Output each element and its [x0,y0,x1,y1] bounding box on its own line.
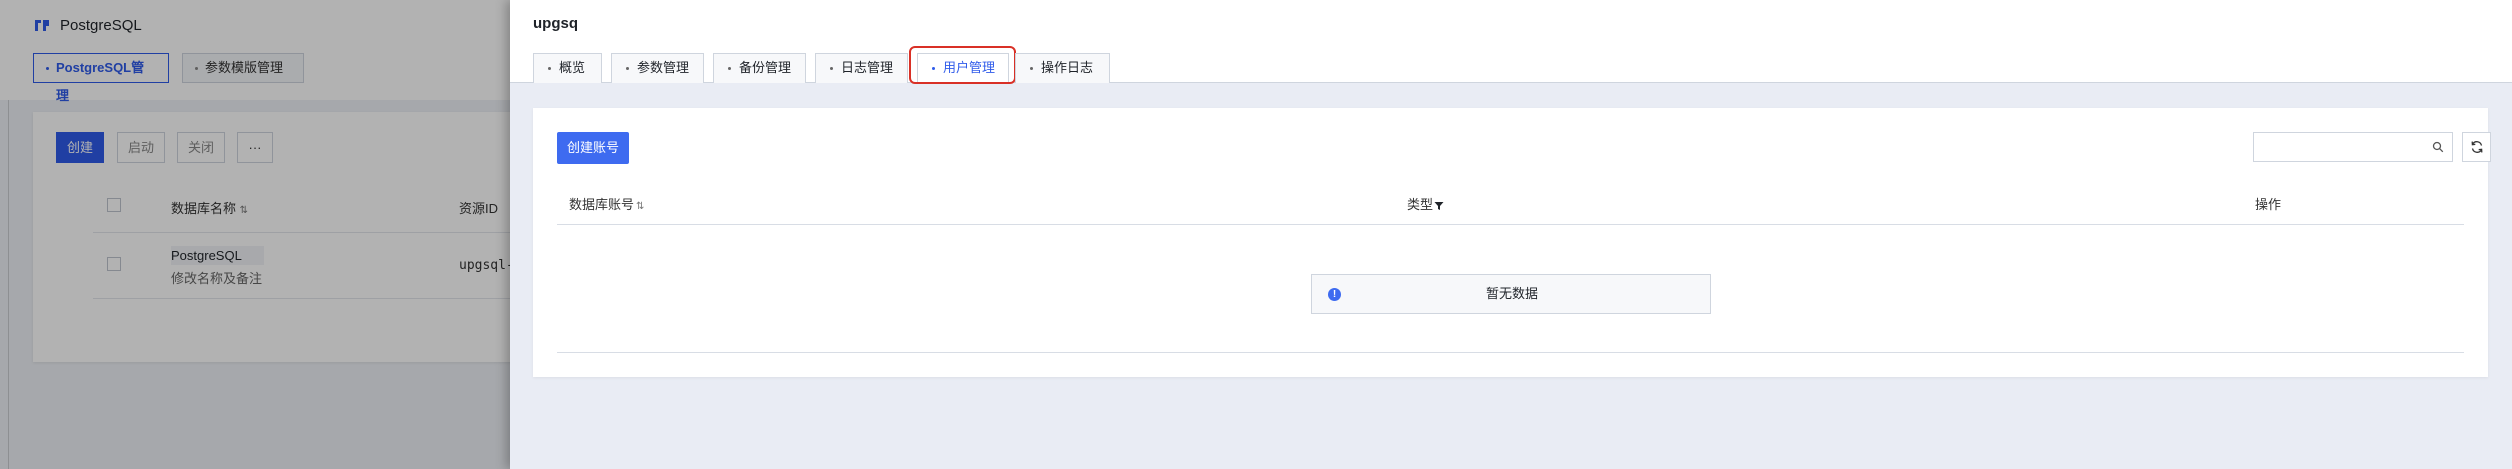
tab-highlight-box [909,46,1016,84]
tab-overview[interactable]: 概览 [533,53,602,83]
empty-state: ! 暂无数据 [1311,274,1711,314]
col-actions: 操作 [2255,197,2282,212]
tab-backup-manage[interactable]: 备份管理 [713,53,806,83]
user-manage-card: 创建账号 数据库账号 ⇅ 类型 操作 ! 暂无数据 [533,108,2491,377]
refresh-button[interactable] [2462,132,2491,162]
tab-operation-log[interactable]: 操作日志 [1015,53,1110,83]
refresh-icon [2471,141,2483,153]
instance-detail-drawer: upgsq 概览 参数管理 备份管理 日志管理 用户管理 操作日志 创建账号 数… [510,0,2512,469]
empty-state-text: 暂无数据 [1485,286,1538,301]
table-header: 数据库账号 ⇅ 类型 操作 [557,180,2464,225]
col-type: 类型 [1407,194,1444,213]
col-db-account: 数据库账号 ⇅ [569,194,644,213]
search-input[interactable] [2253,132,2453,162]
search-icon[interactable] [2432,141,2444,153]
create-account-button[interactable]: 创建账号 [557,132,629,164]
drawer-title: upgsq [533,15,578,32]
tab-param-manage[interactable]: 参数管理 [611,53,704,83]
sort-icon[interactable]: ⇅ [636,201,644,212]
filter-icon[interactable] [1434,201,1444,211]
col-db-account-label: 数据库账号 [569,197,635,212]
tab-log-manage[interactable]: 日志管理 [815,53,908,83]
modal-overlay[interactable] [0,0,510,469]
col-type-label: 类型 [1407,197,1434,212]
divider [557,352,2464,353]
drawer-header: upgsq 概览 参数管理 备份管理 日志管理 用户管理 操作日志 [510,0,2512,84]
